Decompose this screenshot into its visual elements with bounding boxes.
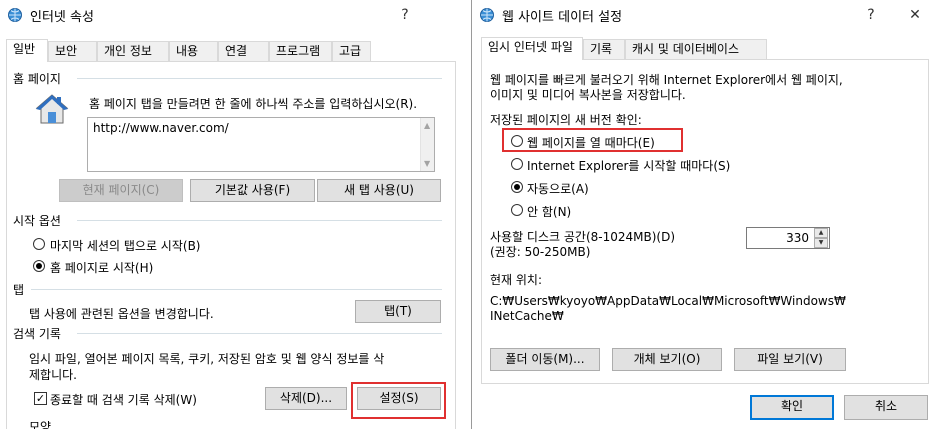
tab-strip: 임시 인터넷 파일 기록 캐시 및 데이터베이스 bbox=[481, 37, 931, 60]
current-location-line1: C:₩Users₩kyoyo₩AppData₩Local₩Microsoft₩W… bbox=[490, 294, 846, 308]
use-new-tab-button[interactable]: 새 탭 사용(U) bbox=[317, 179, 441, 202]
start-home-page-radio[interactable] bbox=[33, 260, 45, 272]
move-folder-button[interactable]: 폴더 이동(M)... bbox=[490, 348, 600, 371]
scroll-down-icon[interactable]: ▼ bbox=[424, 159, 430, 168]
general-tab-panel: 홈 페이지 홈 페이지 탭을 만들려면 한 줄에 하나씩 주소를 입력하십시오(… bbox=[6, 61, 456, 429]
tab-temporary-files[interactable]: 임시 인터넷 파일 bbox=[481, 37, 583, 60]
delete-on-exit-checkbox[interactable]: ✓ bbox=[34, 392, 47, 405]
view-files-button[interactable]: 파일 보기(V) bbox=[734, 348, 846, 371]
highlight-box bbox=[351, 382, 446, 419]
home-page-instruction: 홈 페이지 탭을 만들려면 한 줄에 하나씩 주소를 입력하십시오(R). bbox=[89, 97, 418, 111]
tabs-heading: 탭 bbox=[13, 283, 25, 297]
title-bar: 웹 사이트 데이터 설정 ? ✕ bbox=[472, 0, 937, 30]
disk-space-value: 330 bbox=[786, 231, 809, 245]
tab-security[interactable]: 보안 bbox=[48, 41, 97, 61]
every-start-radio[interactable] bbox=[511, 158, 523, 170]
start-home-page-label: 홈 페이지로 시작(H) bbox=[50, 261, 154, 275]
disk-space-stepper[interactable]: 330 ▲ ▼ bbox=[746, 227, 830, 249]
temporary-files-panel: 웹 페이지를 빠르게 불러오기 위해 Internet Explorer에서 웹… bbox=[481, 59, 929, 384]
tab-caches-databases[interactable]: 캐시 및 데이터베이스 bbox=[625, 39, 767, 59]
delete-history-button[interactable]: 삭제(D)... bbox=[265, 387, 347, 410]
tab-programs[interactable]: 프로그램 bbox=[269, 41, 332, 61]
use-default-button[interactable]: 기본값 사용(F) bbox=[190, 179, 315, 202]
delete-on-exit-label: 종료할 때 검색 기록 삭제(W) bbox=[50, 393, 197, 407]
never-label: 안 함(N) bbox=[527, 205, 572, 219]
home-page-url-value: http://www.naver.com/ bbox=[93, 121, 229, 135]
automatically-radio[interactable] bbox=[511, 181, 523, 193]
every-start-label: Internet Explorer를 시작할 때마다(S) bbox=[527, 159, 731, 173]
url-scrollbar[interactable]: ▲ ▼ bbox=[420, 118, 434, 171]
tab-advanced[interactable]: 고급 bbox=[332, 41, 371, 61]
ie-globe-icon bbox=[8, 8, 22, 22]
tab-strip: 일반 보안 개인 정보 내용 연결 프로그램 고급 bbox=[6, 39, 456, 62]
automatically-label: 자동으로(A) bbox=[527, 182, 589, 196]
internet-options-dialog: 인터넷 속성 ? 일반 보안 개인 정보 내용 연결 프로그램 고급 홈 페이지… bbox=[0, 0, 460, 429]
history-description-line1: 임시 파일, 열어본 페이지 목록, 쿠키, 저장된 암호 및 웹 양식 정보를… bbox=[29, 352, 385, 366]
house-icon bbox=[35, 94, 69, 124]
stepper-down-icon[interactable]: ▼ bbox=[814, 238, 828, 248]
appearance-heading: 모양 bbox=[29, 420, 52, 429]
startup-heading: 시작 옵션 bbox=[13, 214, 61, 228]
start-last-session-label: 마지막 세션의 탭으로 시작(B) bbox=[50, 239, 201, 253]
title-bar: 인터넷 속성 ? bbox=[0, 0, 460, 30]
ok-button[interactable]: 확인 bbox=[750, 395, 834, 420]
tabs-description: 탭 사용에 관련된 옵션을 변경합니다. bbox=[29, 307, 214, 321]
tab-content[interactable]: 내용 bbox=[169, 41, 218, 61]
history-description-line2: 제합니다. bbox=[29, 368, 77, 382]
website-data-settings-dialog: 웹 사이트 데이터 설정 ? ✕ 임시 인터넷 파일 기록 캐시 및 데이터베이… bbox=[471, 0, 937, 429]
never-radio[interactable] bbox=[511, 204, 523, 216]
use-current-button[interactable]: 현재 페이지(C) bbox=[59, 179, 183, 202]
scroll-up-icon[interactable]: ▲ bbox=[424, 121, 430, 130]
current-location-label: 현재 위치: bbox=[490, 273, 543, 287]
ie-globe-icon bbox=[480, 8, 494, 22]
tab-general[interactable]: 일반 bbox=[6, 39, 48, 62]
group-divider bbox=[77, 78, 442, 79]
tab-history[interactable]: 기록 bbox=[583, 39, 625, 59]
tabs-settings-button[interactable]: 탭(T) bbox=[355, 300, 441, 323]
view-objects-button[interactable]: 개체 보기(O) bbox=[612, 348, 722, 371]
help-button[interactable]: ? bbox=[856, 3, 886, 27]
cancel-button[interactable]: 취소 bbox=[844, 395, 928, 420]
tab-connections[interactable]: 연결 bbox=[218, 41, 269, 61]
group-divider bbox=[31, 289, 442, 290]
group-divider bbox=[77, 220, 442, 221]
current-location-line2: INetCache₩ bbox=[490, 309, 564, 323]
browsing-history-heading: 검색 기록 bbox=[13, 327, 61, 341]
home-page-heading: 홈 페이지 bbox=[13, 72, 61, 86]
help-button[interactable]: ? bbox=[390, 3, 420, 27]
window-title: 웹 사이트 데이터 설정 bbox=[502, 10, 623, 25]
group-divider bbox=[77, 333, 442, 334]
disk-space-label-line2: (권장: 50-250MB) bbox=[490, 245, 591, 259]
start-last-session-radio[interactable] bbox=[33, 238, 45, 250]
close-button[interactable]: ✕ bbox=[900, 3, 930, 27]
description-line2: 이미지 및 미디어 복사본을 저장합니다. bbox=[490, 88, 686, 102]
stepper-up-icon[interactable]: ▲ bbox=[814, 228, 828, 238]
highlight-box bbox=[502, 128, 683, 152]
window-title: 인터넷 속성 bbox=[30, 10, 94, 25]
tab-privacy[interactable]: 개인 정보 bbox=[97, 41, 169, 61]
home-page-url-input[interactable]: http://www.naver.com/ ▲ ▼ bbox=[87, 117, 435, 172]
check-newer-heading: 저장된 페이지의 새 버전 확인: bbox=[490, 113, 642, 127]
